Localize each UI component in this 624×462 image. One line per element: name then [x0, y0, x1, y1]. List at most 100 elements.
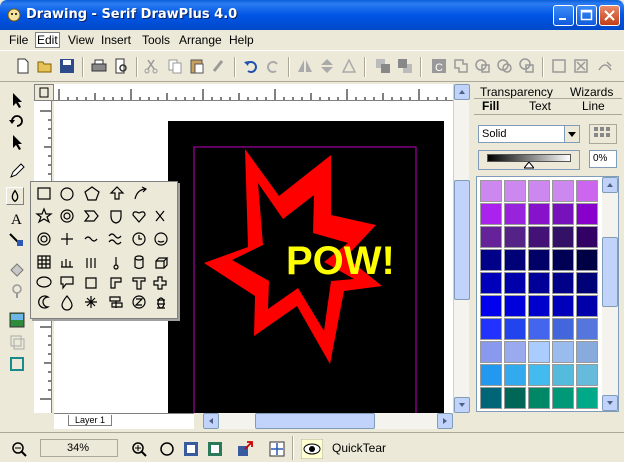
move-icon[interactable] — [268, 440, 286, 458]
group-icon[interactable] — [550, 57, 568, 75]
flip-vertical-icon[interactable] — [318, 57, 336, 75]
color-swatch[interactable] — [480, 387, 502, 409]
quickshapes-icon[interactable] — [6, 187, 24, 205]
tab-text[interactable]: Text — [529, 99, 551, 113]
color-swatch[interactable] — [552, 226, 574, 248]
palette-grid-button[interactable] — [589, 124, 617, 144]
combine-icon[interactable] — [452, 57, 470, 75]
color-swatch[interactable] — [576, 249, 598, 271]
color-swatch[interactable] — [552, 272, 574, 294]
swatch-scrollbar[interactable] — [602, 177, 618, 411]
scroll-left-button[interactable] — [203, 413, 219, 429]
color-swatch[interactable] — [552, 341, 574, 363]
color-swatch[interactable] — [480, 249, 502, 271]
menu-help[interactable]: Help — [229, 33, 254, 47]
color-swatch[interactable] — [528, 226, 550, 248]
dropdown-arrow-button[interactable] — [564, 126, 579, 142]
tab-transparency[interactable]: Transparency — [480, 85, 553, 99]
image-icon[interactable] — [8, 311, 26, 329]
menu-edit[interactable]: Edit — [35, 32, 60, 48]
pow-text[interactable]: POW! — [286, 239, 395, 283]
color-swatch[interactable] — [504, 249, 526, 271]
color-swatch[interactable] — [480, 341, 502, 363]
tab-wizards[interactable]: Wizards — [570, 85, 613, 99]
close-button[interactable] — [599, 5, 620, 26]
color-swatch[interactable] — [480, 226, 502, 248]
color-swatch[interactable] — [528, 341, 550, 363]
color-swatch[interactable] — [504, 341, 526, 363]
color-swatch[interactable] — [576, 226, 598, 248]
color-swatch[interactable] — [528, 203, 550, 225]
color-swatch[interactable] — [480, 295, 502, 317]
title-bar[interactable]: Drawing - Serif DrawPlus 4.0 — [0, 0, 624, 30]
color-swatch[interactable] — [504, 295, 526, 317]
color-swatch[interactable] — [528, 249, 550, 271]
bring-to-front-icon[interactable] — [374, 57, 392, 75]
envelope-icon[interactable] — [8, 333, 26, 351]
color-swatch[interactable] — [480, 180, 502, 202]
hint-eye-icon[interactable] — [301, 439, 323, 459]
color-swatch[interactable] — [528, 364, 550, 386]
pencil-icon[interactable] — [8, 162, 26, 180]
intersect-icon[interactable] — [518, 57, 536, 75]
redo-icon[interactable] — [264, 57, 282, 75]
color-swatch[interactable] — [576, 203, 598, 225]
menu-tools[interactable]: Tools — [142, 33, 170, 47]
connector-icon[interactable] — [8, 230, 26, 248]
node-tool-icon[interactable] — [8, 133, 26, 151]
color-swatch[interactable] — [480, 318, 502, 340]
save-icon[interactable] — [58, 57, 76, 75]
copy-icon[interactable] — [166, 57, 184, 75]
menu-view[interactable]: View — [68, 33, 94, 47]
color-swatch[interactable] — [528, 180, 550, 202]
swatch-scroll-thumb[interactable] — [602, 237, 618, 307]
color-swatch[interactable] — [552, 203, 574, 225]
print-icon[interactable] — [90, 57, 108, 75]
scroll-down-button[interactable] — [454, 397, 470, 413]
text-icon[interactable]: A — [8, 209, 26, 227]
rotate-icon[interactable] — [340, 57, 358, 75]
tint-percent-field[interactable]: 0% — [589, 150, 617, 168]
horizontal-scroll-thumb[interactable] — [255, 413, 375, 429]
export-icon[interactable] — [236, 440, 254, 458]
format-painter-icon[interactable] — [210, 57, 228, 75]
artwork[interactable]: POW! — [168, 121, 444, 413]
fill-tool-icon[interactable] — [8, 261, 26, 279]
menu-file[interactable]: File — [9, 33, 28, 47]
layer-tab[interactable]: Layer 1 — [68, 415, 113, 426]
zoom-tool-icon[interactable] — [158, 440, 176, 458]
menu-arrange[interactable]: Arrange — [179, 33, 222, 47]
color-swatch[interactable] — [504, 364, 526, 386]
fill-type-select[interactable]: Solid — [478, 125, 580, 143]
ruler-corner[interactable] — [34, 84, 54, 101]
open-icon[interactable] — [36, 57, 54, 75]
color-swatch[interactable] — [576, 364, 598, 386]
minimize-button[interactable] — [553, 5, 574, 26]
maximize-button[interactable] — [576, 5, 597, 26]
crop-icon[interactable] — [8, 355, 26, 373]
pointer-icon[interactable] — [8, 91, 26, 109]
send-to-back-icon[interactable] — [396, 57, 414, 75]
scroll-up-button[interactable] — [454, 84, 470, 100]
color-swatch[interactable] — [528, 387, 550, 409]
color-swatch[interactable] — [480, 364, 502, 386]
color-swatch[interactable] — [504, 387, 526, 409]
color-swatch[interactable] — [480, 203, 502, 225]
color-swatch[interactable] — [552, 364, 574, 386]
color-swatch[interactable] — [480, 272, 502, 294]
tint-slider[interactable] — [478, 150, 580, 170]
horizontal-scrollbar[interactable] — [203, 413, 453, 429]
color-swatch[interactable] — [576, 295, 598, 317]
menu-insert[interactable]: Insert — [101, 33, 131, 47]
quickshapes-grid[interactable] — [31, 182, 177, 318]
color-swatch[interactable] — [576, 180, 598, 202]
zoom-out-icon[interactable] — [10, 440, 28, 458]
horizontal-ruler[interactable] — [54, 84, 453, 101]
ungroup-icon[interactable] — [572, 57, 590, 75]
color-swatch[interactable] — [528, 295, 550, 317]
color-swatch[interactable] — [504, 272, 526, 294]
swatch-scroll-up[interactable] — [602, 177, 618, 193]
color-swatch[interactable] — [504, 318, 526, 340]
zoom-page-icon[interactable] — [182, 440, 200, 458]
cut-icon[interactable] — [142, 57, 160, 75]
